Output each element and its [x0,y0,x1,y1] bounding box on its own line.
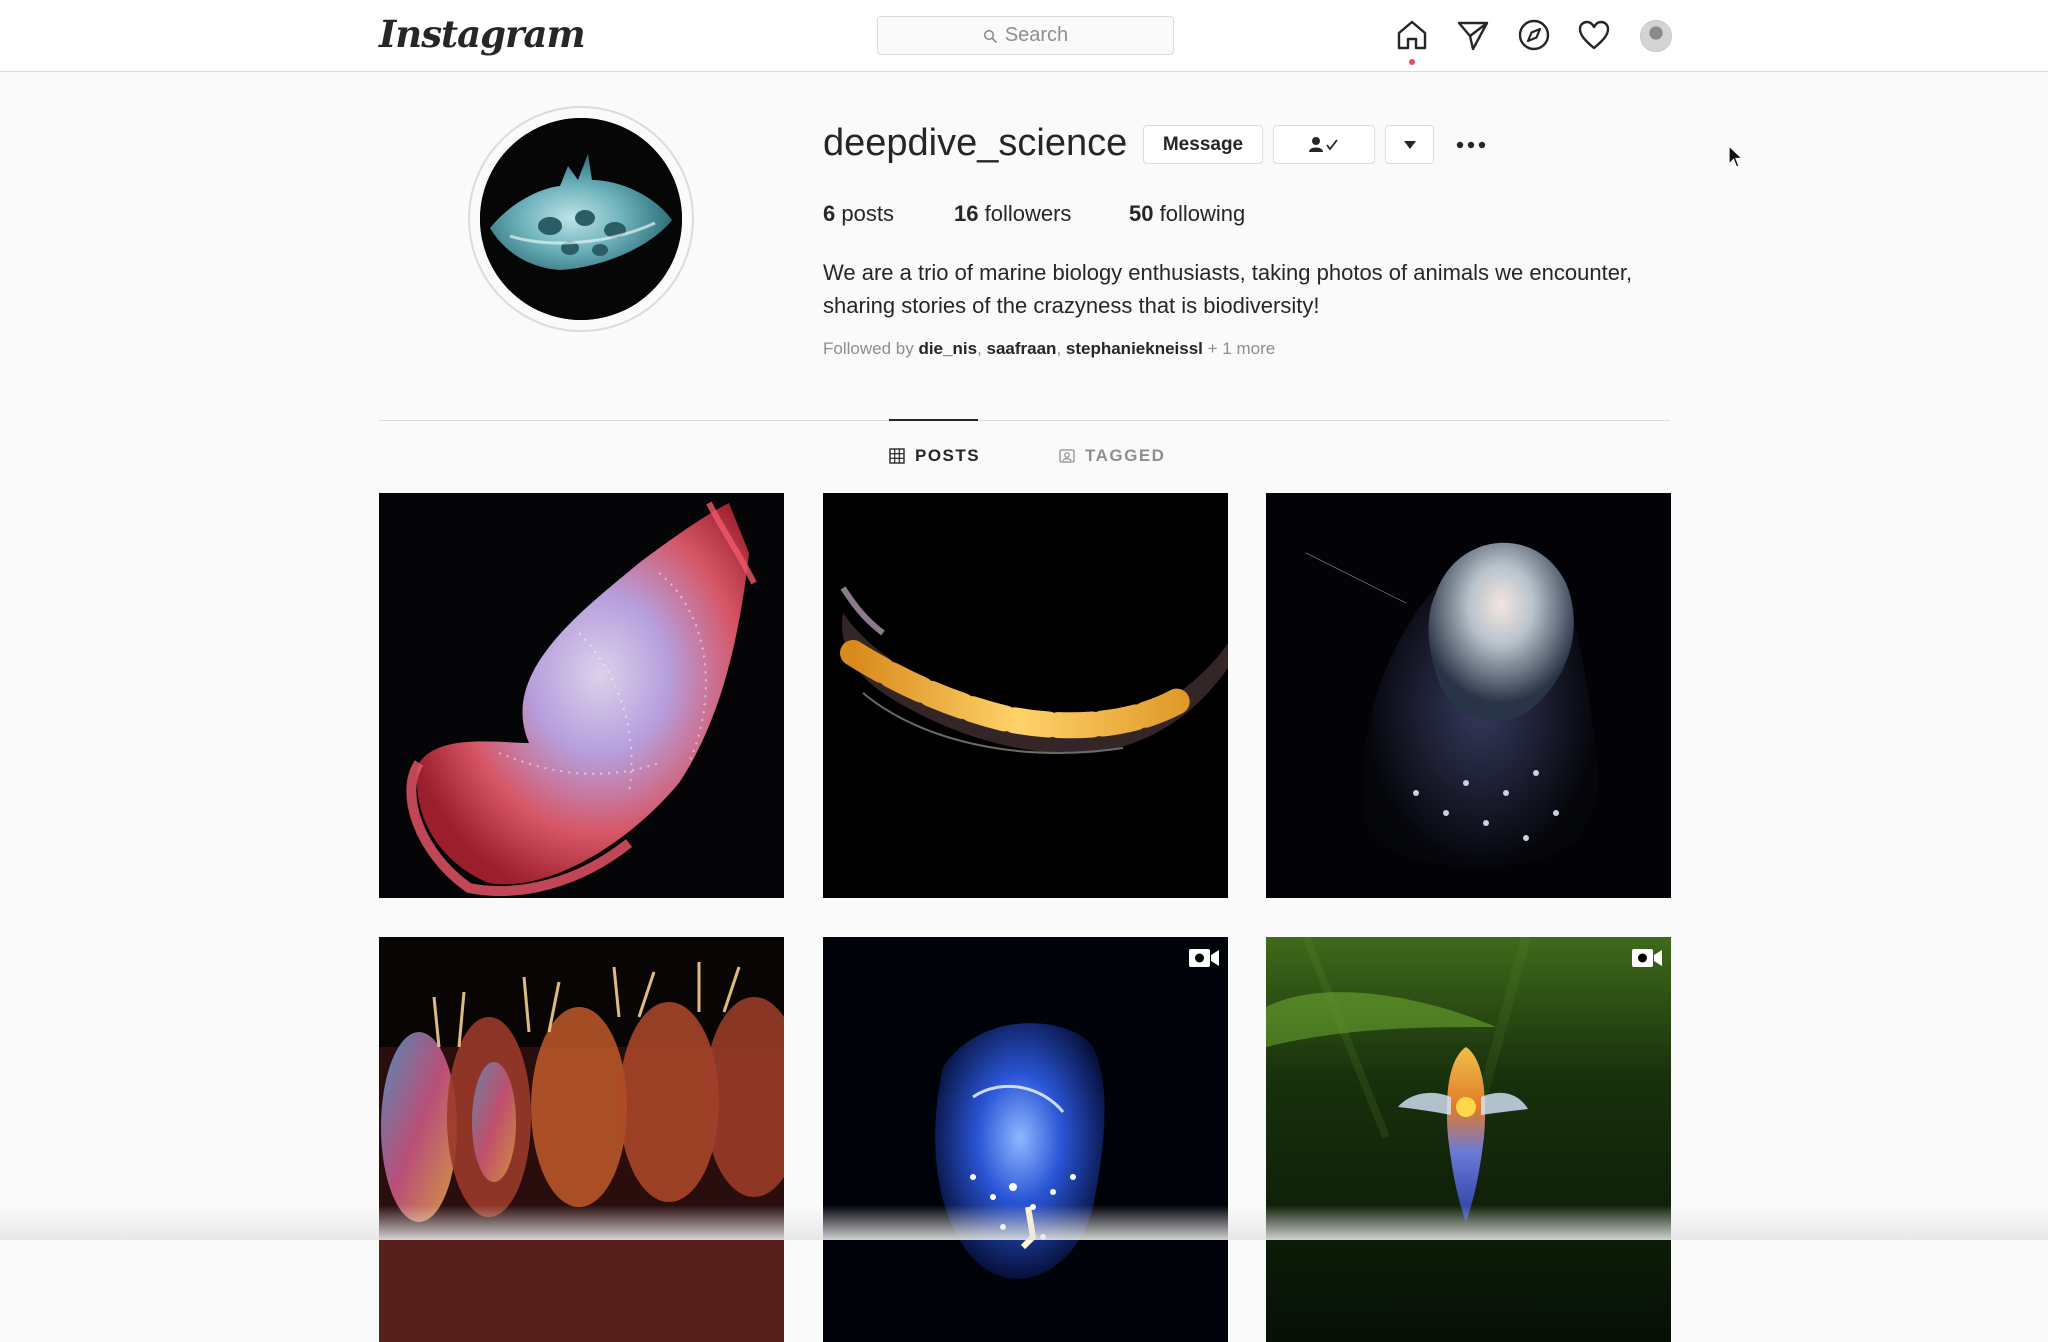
home-icon[interactable] [1395,18,1429,52]
explore-compass-icon[interactable] [1517,18,1551,52]
followed-by-user[interactable]: die_nis [918,339,977,358]
more-horizontal-icon [1456,141,1486,149]
post-tile[interactable] [1266,937,1671,1342]
video-camera-icon [1189,949,1219,967]
tagged-person-icon [1059,449,1075,463]
video-camera-icon [1632,949,1662,967]
post-image-iridescent-comb-segments [379,937,784,1342]
followers-stat[interactable]: 16 followers [954,201,1071,227]
tab-posts-label: POSTS [915,446,981,465]
posts-label: posts [841,201,894,226]
top-navigation-bar: Instagram Search [0,0,2048,72]
notification-dot [1409,59,1415,65]
post-image-sea-angel-green [1266,937,1671,1342]
following-count: 50 [1129,201,1154,226]
post-image-red-jellyfish [379,493,784,898]
profile-avatar-ring[interactable] [468,106,694,332]
followed-by-user[interactable]: stephaniekneissl [1066,339,1203,358]
post-tile[interactable] [1266,493,1671,898]
post-image-translucent-pteropod [1266,493,1671,898]
tab-tagged-label: TAGGED [1085,446,1166,465]
direct-message-icon[interactable] [1456,18,1490,52]
post-image-glowing-worm [823,493,1228,898]
followed-by-separator: , [1056,339,1066,358]
followers-count: 16 [954,201,979,226]
tabs-divider [379,420,1670,421]
profile-username: deepdive_science [823,122,1128,164]
user-check-icon [1309,136,1338,152]
post-tile[interactable] [823,937,1228,1342]
tab-tagged[interactable]: TAGGED [1059,446,1165,466]
grid-icon [889,448,905,464]
post-image-blue-bioluminescent-creature [823,937,1228,1342]
bottom-shadow [0,1205,2048,1240]
followed-by-prefix: Followed by [823,339,914,358]
activity-heart-icon[interactable] [1577,18,1611,52]
followed-by[interactable]: Followed by die_nis, saafraan, stephanie… [823,339,1275,359]
profile-avatar-image [480,118,682,320]
profile-avatar-nav[interactable] [1640,20,1672,52]
posts-stat: 6 posts [823,201,894,227]
followed-by-separator: , [977,339,987,358]
tab-posts[interactable]: POSTS [889,446,980,466]
profile-bio: We are a trio of marine biology enthusia… [823,260,1633,318]
nav-icon-group [0,18,2048,58]
suggested-dropdown-button[interactable] [1385,125,1434,164]
active-tab-indicator [889,419,978,421]
followed-by-user[interactable]: saafraan [987,339,1057,358]
mouse-cursor-icon [1728,145,1744,168]
message-button[interactable]: Message [1143,125,1263,164]
post-tile[interactable] [823,493,1228,898]
following-stat[interactable]: 50 following [1129,201,1245,227]
post-tile[interactable] [379,937,784,1342]
more-options-button[interactable] [1454,130,1488,160]
followers-label: followers [984,201,1072,226]
caret-down-icon [1403,140,1416,149]
following-status-button[interactable] [1273,125,1375,164]
posts-count: 6 [823,201,836,226]
followed-by-more[interactable]: + 1 more [1208,339,1276,358]
post-tile[interactable] [379,493,784,898]
following-label: following [1159,201,1246,226]
